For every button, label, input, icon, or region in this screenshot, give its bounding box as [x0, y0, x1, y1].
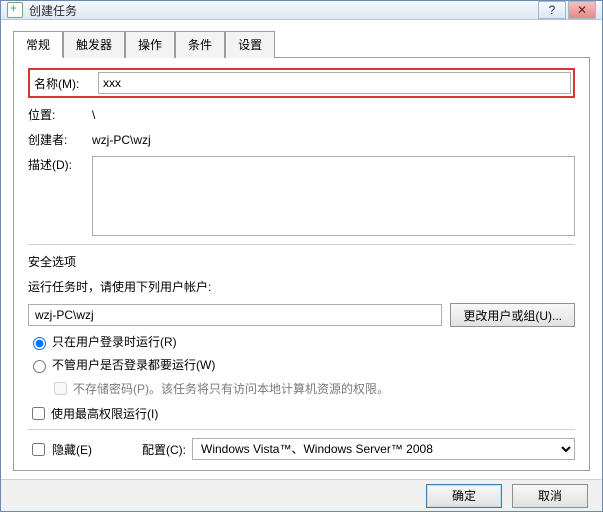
app-icon — [7, 2, 23, 18]
hidden-label: 隐藏(E) — [52, 441, 92, 458]
security-header: 安全选项 — [28, 253, 575, 270]
name-row-highlight: 名称(M): — [28, 68, 575, 98]
window-title: 创建任务 — [29, 2, 77, 19]
radio-logged-on[interactable] — [33, 337, 46, 350]
creator-label: 创建者: — [28, 131, 92, 148]
location-value: \ — [92, 108, 95, 122]
nostore-label: 不存储密码(P)。该任务将只有访问本地计算机资源的权限。 — [73, 380, 389, 397]
highest-priv-row: 使用最高权限运行(I) — [28, 404, 575, 423]
create-task-dialog: 创建任务 ? ✕ 常规 触发器 操作 条件 设置 名称(M): 位置: \ 创建… — [0, 0, 603, 512]
button-label: 更改用户或组(U)... — [463, 309, 562, 323]
name-input[interactable] — [98, 72, 571, 94]
help-button[interactable]: ? — [538, 1, 566, 19]
button-label: 取消 — [538, 489, 562, 503]
radio-always-label: 不管用户是否登录都要运行(W) — [52, 356, 215, 373]
button-label: 确定 — [452, 489, 476, 503]
change-user-button[interactable]: 更改用户或组(U)... — [450, 303, 575, 327]
user-account-row: wzj-PC\wzj 更改用户或组(U)... — [28, 303, 575, 327]
nostore-row: 不存储密码(P)。该任务将只有访问本地计算机资源的权限。 — [50, 379, 575, 398]
location-label: 位置: — [28, 106, 92, 123]
tab-label: 设置 — [238, 38, 262, 52]
creator-row: 创建者: wzj-PC\wzj — [28, 131, 575, 148]
tab-label: 常规 — [26, 38, 50, 52]
tab-general[interactable]: 常规 — [13, 31, 63, 58]
content-area: 常规 触发器 操作 条件 设置 名称(M): 位置: \ 创建者: wzj-PC… — [1, 20, 602, 479]
tab-triggers[interactable]: 触发器 — [63, 31, 125, 58]
radio-always[interactable] — [33, 360, 46, 373]
tab-label: 操作 — [138, 38, 162, 52]
runas-text: 运行任务时，请使用下列用户帐户: — [28, 278, 575, 295]
checkbox-nostore — [54, 382, 67, 395]
radio-always-row: 不管用户是否登录都要运行(W) — [28, 356, 575, 373]
ok-button[interactable]: 确定 — [426, 484, 502, 508]
creator-value: wzj-PC\wzj — [92, 133, 151, 147]
configure-select[interactable]: Windows Vista™、Windows Server™ 2008 — [192, 438, 575, 460]
tab-panel-general: 名称(M): 位置: \ 创建者: wzj-PC\wzj 描述(D): 安全选项… — [13, 57, 590, 471]
description-label: 描述(D): — [28, 156, 92, 173]
close-button[interactable]: ✕ — [568, 1, 596, 19]
cancel-button[interactable]: 取消 — [512, 484, 588, 508]
separator — [28, 429, 575, 430]
titlebar: 创建任务 ? ✕ — [1, 1, 602, 20]
tab-conditions[interactable]: 条件 — [175, 31, 225, 58]
tab-label: 条件 — [188, 38, 212, 52]
description-input[interactable] — [92, 156, 575, 236]
location-row: 位置: \ — [28, 106, 575, 123]
tab-strip: 常规 触发器 操作 条件 设置 — [13, 30, 590, 57]
checkbox-hidden[interactable] — [32, 443, 45, 456]
configure-label: 配置(C): — [142, 441, 186, 458]
radio-logged-on-label: 只在用户登录时运行(R) — [52, 333, 177, 350]
separator — [28, 244, 575, 245]
dialog-footer: 确定 取消 — [1, 479, 602, 511]
window-buttons: ? ✕ — [536, 1, 596, 19]
radio-logged-on-row: 只在用户登录时运行(R) — [28, 333, 575, 350]
tab-actions[interactable]: 操作 — [125, 31, 175, 58]
tab-label: 触发器 — [76, 38, 112, 52]
checkbox-highest-priv[interactable] — [32, 407, 45, 420]
highest-priv-label: 使用最高权限运行(I) — [51, 405, 158, 422]
bottom-row: 隐藏(E) 配置(C): Windows Vista™、Windows Serv… — [28, 438, 575, 460]
user-account-display: wzj-PC\wzj — [28, 304, 442, 326]
description-row: 描述(D): — [28, 156, 575, 236]
name-label: 名称(M): — [34, 75, 98, 92]
tab-settings[interactable]: 设置 — [225, 31, 275, 58]
